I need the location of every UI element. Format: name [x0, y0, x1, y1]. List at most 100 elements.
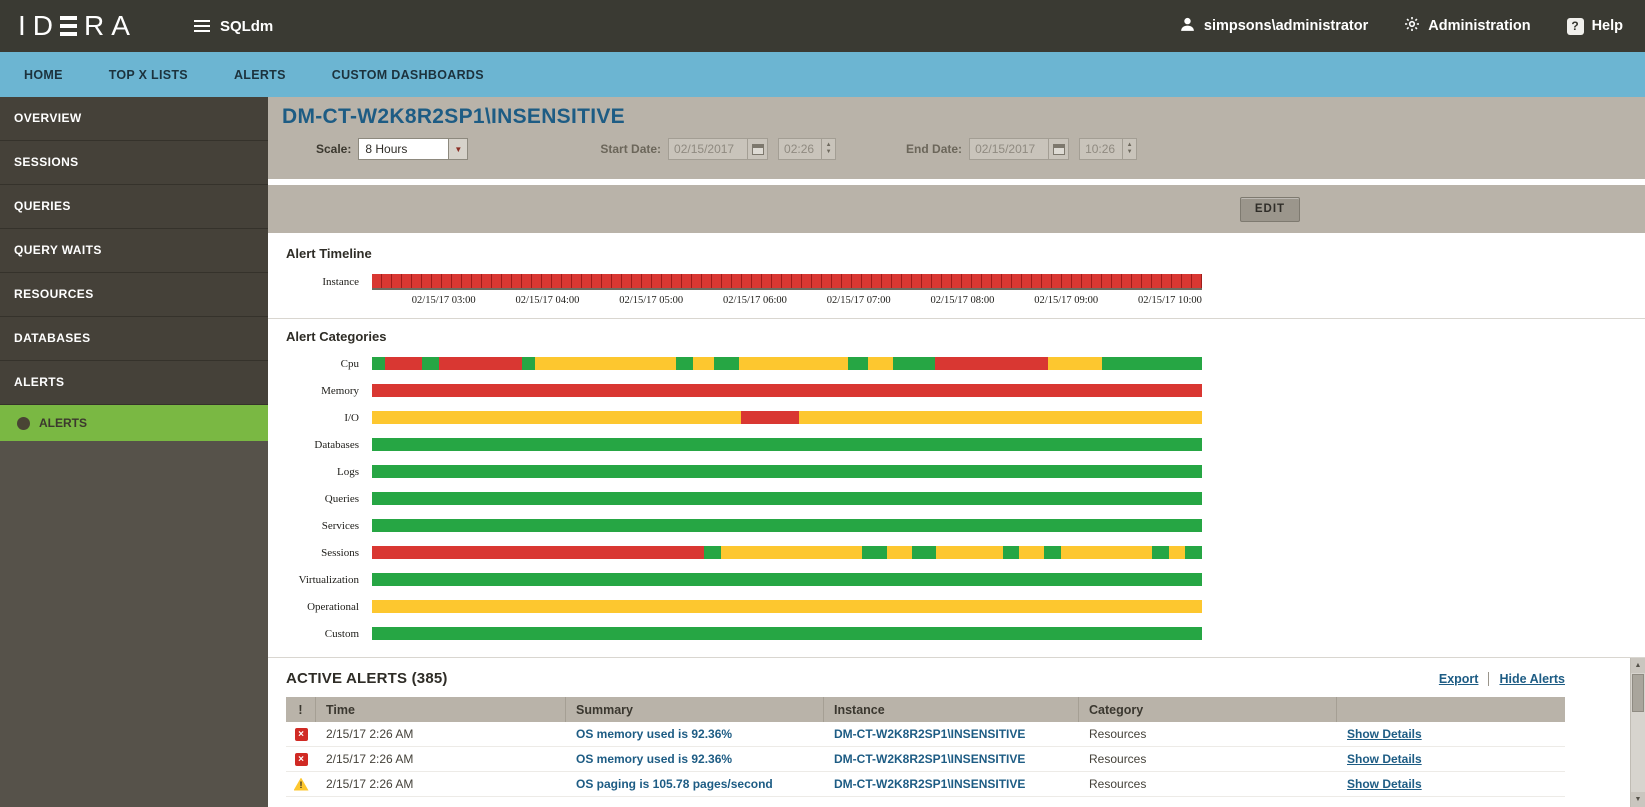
- edit-button[interactable]: EDIT: [1240, 197, 1300, 222]
- nav-item-custom-dashboards[interactable]: CUSTOM DASHBOARDS: [332, 68, 484, 82]
- category-bar: [372, 600, 1202, 613]
- category-row-logs: Logs: [286, 458, 1645, 485]
- user-menu[interactable]: simpsons\administrator: [1179, 16, 1368, 37]
- summary-cell: OS memory used is 92.36%: [566, 752, 824, 766]
- category-bar: [372, 411, 1202, 424]
- scroll-up-icon[interactable]: ▲: [1631, 658, 1645, 673]
- instance-cell: DM-CT-W2K8R2SP1\INSENSITIVE: [824, 752, 1079, 766]
- category-cell: Resources: [1079, 777, 1337, 791]
- menu-icon[interactable]: [194, 20, 210, 32]
- category-row-custom: Custom: [286, 620, 1645, 647]
- bar-segment-g: [862, 546, 887, 559]
- nav-item-top-x-lists[interactable]: TOP X LISTS: [109, 68, 188, 82]
- summary-cell: OS memory used is 92.36%: [566, 727, 824, 741]
- sidebar-item-query-waits[interactable]: QUERY WAITS: [0, 229, 268, 273]
- sidebar-nav: OVERVIEWSESSIONSQUERIESQUERY WAITSRESOUR…: [0, 97, 268, 807]
- column-header-details: !: [286, 697, 316, 722]
- sidebar-subitem-alerts[interactable]: ALERTS: [0, 405, 268, 441]
- column-header-instance: Instance: [824, 697, 1079, 722]
- end-date-input[interactable]: [969, 138, 1049, 160]
- calendar-icon: [1053, 144, 1065, 155]
- active-alerts-section: ACTIVE ALERTS (385) Export Hide Alerts !…: [268, 658, 1645, 797]
- export-link[interactable]: Export: [1439, 672, 1479, 686]
- end-time-stepper[interactable]: ▲▼: [1123, 138, 1137, 160]
- sidebar-item-resources[interactable]: RESOURCES: [0, 273, 268, 317]
- bar-segment-g: [912, 546, 937, 559]
- administration-label: Administration: [1428, 18, 1530, 34]
- bar-segment-g: [893, 357, 935, 370]
- start-date-group: Start Date: ▲▼: [600, 138, 836, 160]
- axis-tick-label: 02/15/17 10:00: [1138, 295, 1202, 306]
- alert-categories-panel: Alert Categories CpuMemoryI/ODatabasesLo…: [268, 319, 1645, 658]
- alerts-table-body: ×2/15/17 2:26 AMOS memory used is 92.36%…: [286, 722, 1565, 797]
- scroll-down-icon[interactable]: ▼: [1631, 792, 1645, 807]
- category-label: Queries: [286, 493, 372, 505]
- category-row-i-o: I/O: [286, 404, 1645, 431]
- hide-alerts-link[interactable]: Hide Alerts: [1499, 672, 1565, 686]
- category-row-services: Services: [286, 512, 1645, 539]
- start-time-stepper[interactable]: ▲▼: [822, 138, 836, 160]
- axis-tick-label: 02/15/17 03:00: [412, 295, 476, 306]
- show-details-link[interactable]: Show Details: [1347, 752, 1422, 766]
- instance-cell: DM-CT-W2K8R2SP1\INSENSITIVE: [824, 777, 1079, 791]
- bar-segment-g: [1044, 546, 1061, 559]
- sidebar-item-alerts[interactable]: ALERTS: [0, 361, 268, 405]
- user-icon: [1179, 16, 1196, 37]
- axis-tick-label: 02/15/17 09:00: [1034, 295, 1098, 306]
- details-cell: Show Details: [1337, 777, 1565, 791]
- details-cell: Show Details: [1337, 727, 1565, 741]
- axis-tick-label: 02/15/17 08:00: [931, 295, 995, 306]
- start-time-input[interactable]: [778, 138, 822, 160]
- bar-segment-g: [714, 357, 739, 370]
- logo-letter: R: [84, 12, 104, 40]
- start-date-label: Start Date:: [600, 142, 661, 156]
- sidebar-item-databases[interactable]: DATABASES: [0, 317, 268, 361]
- sidebar-item-sessions[interactable]: SESSIONS: [0, 141, 268, 185]
- bar-segment-g: [704, 546, 721, 559]
- category-bar: [372, 465, 1202, 478]
- bar-segment-g: [1102, 357, 1202, 370]
- vertical-scrollbar[interactable]: ▲ ▼: [1630, 658, 1645, 807]
- show-details-link[interactable]: Show Details: [1347, 727, 1422, 741]
- alert-categories-title: Alert Categories: [286, 329, 1645, 344]
- bar-segment-r: [741, 411, 799, 424]
- start-calendar-button[interactable]: [748, 138, 768, 160]
- scale-select[interactable]: 8 Hours ▼: [358, 138, 468, 160]
- sidebar-item-queries[interactable]: QUERIES: [0, 185, 268, 229]
- scrollbar-track[interactable]: [1631, 713, 1645, 792]
- nav-item-home[interactable]: HOME: [24, 68, 63, 82]
- show-details-link[interactable]: Show Details: [1347, 777, 1422, 791]
- timeline-bar[interactable]: [372, 274, 1202, 290]
- severity-cell: ×: [286, 728, 316, 741]
- bar-segment-r: [372, 384, 1202, 397]
- category-label: Custom: [286, 628, 372, 640]
- scrollbar-thumb[interactable]: [1632, 674, 1644, 712]
- instance-cell: DM-CT-W2K8R2SP1\INSENSITIVE: [824, 727, 1079, 741]
- category-bar: [372, 573, 1202, 586]
- calendar-icon: [752, 144, 764, 155]
- start-date-input[interactable]: [668, 138, 748, 160]
- product-name: SQLdm: [220, 18, 273, 35]
- category-cell: Resources: [1079, 752, 1337, 766]
- category-bar: [372, 384, 1202, 397]
- bar-segment-g: [372, 627, 1202, 640]
- instance-header-band: DM-CT-W2K8R2SP1\INSENSITIVE Scale: 8 Hou…: [268, 97, 1645, 179]
- bar-segment-g: [372, 438, 1202, 451]
- bar-segment-y: [1169, 546, 1186, 559]
- end-time-input[interactable]: [1079, 138, 1123, 160]
- time-cell: 2/15/17 2:26 AM: [316, 727, 566, 741]
- help-menu[interactable]: ? Help: [1567, 18, 1623, 35]
- sidebar-item-overview[interactable]: OVERVIEW: [0, 97, 268, 141]
- active-alerts-header: ACTIVE ALERTS (385) Export Hide Alerts: [286, 670, 1625, 687]
- bar-segment-g: [1003, 546, 1020, 559]
- administration-menu[interactable]: Administration: [1404, 16, 1530, 36]
- bar-segment-r: [385, 357, 423, 370]
- category-row-sessions: Sessions: [286, 539, 1645, 566]
- end-calendar-button[interactable]: [1049, 138, 1069, 160]
- category-label: Virtualization: [286, 574, 372, 586]
- category-label: Cpu: [286, 358, 372, 370]
- sidebar-subitem-label: ALERTS: [39, 416, 87, 430]
- column-header-details: [1337, 697, 1565, 722]
- nav-item-alerts[interactable]: ALERTS: [234, 68, 286, 82]
- category-row-memory: Memory: [286, 377, 1645, 404]
